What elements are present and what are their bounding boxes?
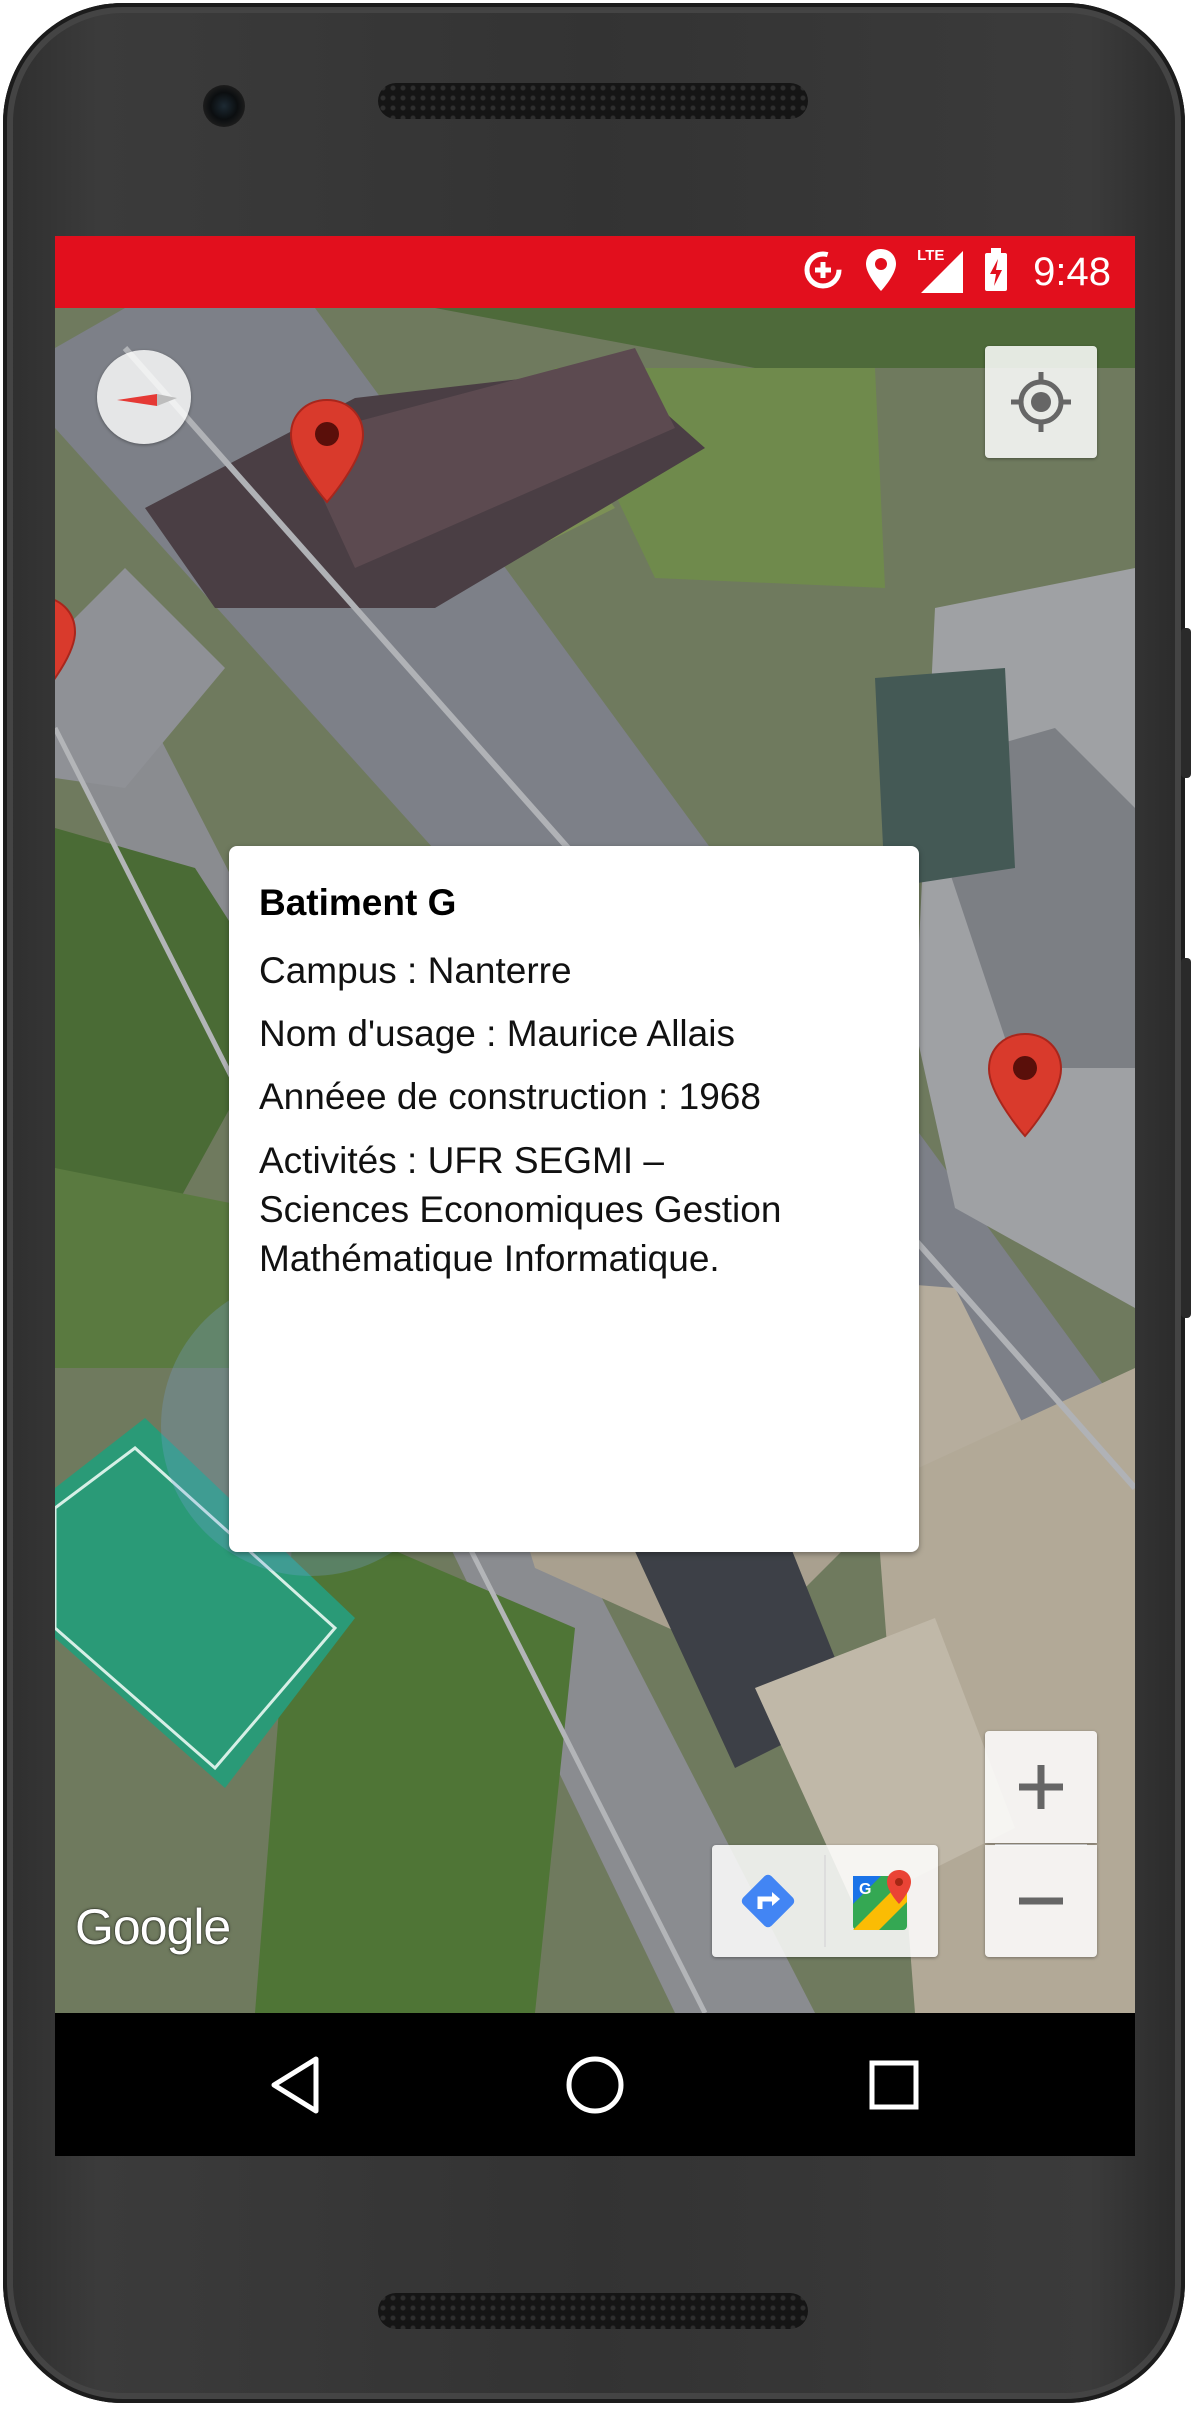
zoom-in-button[interactable] [985,1731,1097,1843]
power-button [1181,628,1191,778]
back-button[interactable] [260,2049,332,2121]
recents-icon [869,2060,919,2110]
front-camera [203,85,245,127]
info-activites-2: Sciences Economiques Gestion [259,1189,782,1230]
bottom-speaker [378,2293,808,2329]
marker-top[interactable] [285,396,369,506]
info-campus: Campus : Nanterre [259,950,572,991]
back-icon [271,2056,319,2114]
info-window[interactable]: Batiment G Campus : Nanterre Nom d'usage… [229,846,919,1552]
status-bar: LTE 9:48 [55,236,1135,308]
google-attribution: Google [75,1899,231,1955]
top-speaker [378,83,808,119]
info-activites-3: Mathématique Informatique. [259,1238,720,1279]
clock: 9:48 [1033,249,1111,294]
marker-right[interactable] [983,1030,1067,1140]
open-in-maps-button[interactable]: G [826,1845,938,1957]
compass-button[interactable] [97,350,191,444]
lte-signal-icon: LTE [917,247,965,295]
directions-icon [741,1874,795,1928]
svg-text:G: G [859,1881,871,1898]
volume-button [1181,958,1191,1318]
navigation-bar [55,2013,1135,2156]
info-annee: Annéee de construction : 1968 [259,1076,761,1117]
zoom-out-button[interactable] [985,1845,1097,1957]
info-title: Batiment G [259,882,457,923]
marker-left-edge[interactable] [55,593,81,703]
home-button[interactable] [559,2049,631,2121]
directions-button[interactable] [712,1845,824,1957]
recents-button[interactable] [858,2049,930,2121]
home-icon [566,2056,624,2114]
map-toolbar: G [712,1845,938,1957]
info-activites-1: Activités : UFR SEGMI – [259,1140,665,1181]
location-icon [863,247,899,298]
my-location-icon [1011,372,1071,432]
minus-icon [1019,1897,1063,1905]
google-maps-icon: G [853,1870,911,1930]
lte-label: LTE [917,247,945,264]
info-nom-usage: Nom d'usage : Maurice Allais [259,1013,735,1054]
plus-icon [1019,1765,1063,1809]
compass-icon [117,394,177,406]
my-location-button[interactable] [985,346,1097,458]
data-saver-icon [801,248,845,297]
screen: LTE 9:48 Batiment G Campus: Nanterre No… [55,236,1135,2156]
phone-frame: LTE 9:48 Batiment G Campus: Nanterre No… [3,3,1191,2403]
battery-charging-icon [983,247,1009,298]
map-view[interactable]: Batiment G Campus : Nanterre Nom d'usage… [55,308,1135,2013]
